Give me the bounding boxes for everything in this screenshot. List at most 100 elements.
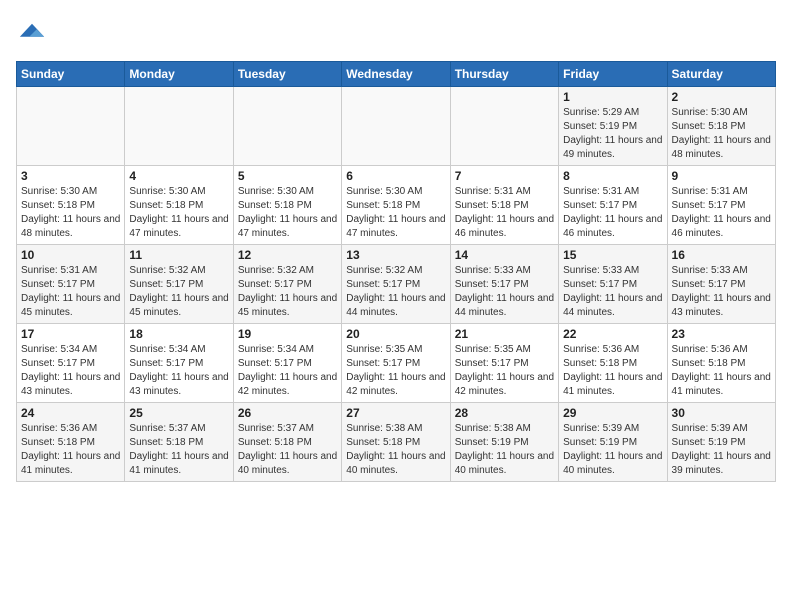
weekday-header-saturday: Saturday — [667, 61, 775, 86]
day-number: 30 — [672, 406, 771, 420]
day-info: Sunrise: 5:34 AMSunset: 5:17 PMDaylight:… — [21, 343, 120, 399]
calendar-cell: 16 Sunrise: 5:33 AMSunset: 5:17 PMDayligh… — [667, 244, 775, 323]
calendar-cell: 1Sunrise: 5:29 AMSunset: 5:19 PMDaylight… — [559, 86, 667, 165]
weekday-header-tuesday: Tuesday — [233, 61, 341, 86]
calendar-cell: 30 Sunrise: 5:39 AMSunset: 5:19 PMDayligh… — [667, 402, 775, 481]
day-number: 4 — [129, 169, 228, 183]
calendar-cell: 3Sunrise: 5:30 AMSunset: 5:18 PMDaylight… — [17, 165, 125, 244]
calendar-cell: 26Sunrise: 5:37 AMSunset: 5:18 PMDayligh… — [233, 402, 341, 481]
day-info: Sunrise: 5:31 AMSunset: 5:17 PMDaylight:… — [672, 185, 771, 241]
calendar-cell — [342, 86, 450, 165]
calendar-cell: 23Sunrise: 5:36 AMSunset: 5:18 PMDayligh… — [667, 323, 775, 402]
day-info: Sunrise: 5:32 AMSunset: 5:17 PMDaylight:… — [238, 264, 337, 320]
day-info: Sunrise: 5:30 AMSunset: 5:18 PMDaylight:… — [129, 185, 228, 241]
day-number: 18 — [129, 327, 228, 341]
day-number: 6 — [346, 169, 445, 183]
calendar-week-row: 17 Sunrise: 5:34 AMSunset: 5:17 PMDayligh… — [17, 323, 776, 402]
calendar-cell — [125, 86, 233, 165]
day-info: Sunrise: 5:35 AMSunset: 5:17 PMDaylight:… — [346, 343, 445, 399]
day-info: Sunrise: 5:30 AMSunset: 5:18 PMDaylight:… — [346, 185, 445, 241]
day-number: 17 — [21, 327, 120, 341]
day-number: 14 — [455, 248, 554, 262]
calendar-cell: 13 Sunrise: 5:32 AMSunset: 5:17 PMDayligh… — [342, 244, 450, 323]
logo-icon — [18, 20, 46, 48]
day-number: 22 — [563, 327, 662, 341]
day-number: 23 — [672, 327, 771, 341]
day-number: 24 — [21, 406, 120, 420]
day-info: Sunrise: 5:33 AMSunset: 5:17 PMDaylight:… — [563, 264, 662, 320]
day-info: Sunrise: 5:31 AMSunset: 5:17 PMDaylight:… — [21, 264, 120, 320]
calendar-table: SundayMondayTuesdayWednesdayThursdayFrid… — [16, 61, 776, 482]
day-info: Sunrise: 5:35 AMSunset: 5:17 PMDaylight:… — [455, 343, 554, 399]
day-info: Sunrise: 5:30 AMSunset: 5:18 PMDaylight:… — [672, 106, 771, 162]
day-info: Sunrise: 5:29 AMSunset: 5:19 PMDaylight:… — [563, 106, 662, 162]
day-info: Sunrise: 5:32 AMSunset: 5:17 PMDaylight:… — [129, 264, 228, 320]
day-number: 12 — [238, 248, 337, 262]
calendar-cell: 7 Sunrise: 5:31 AMSunset: 5:18 PMDaylight… — [450, 165, 558, 244]
day-number: 21 — [455, 327, 554, 341]
day-info: Sunrise: 5:37 AMSunset: 5:18 PMDaylight:… — [129, 422, 228, 478]
calendar-cell: 19 Sunrise: 5:34 AMSunset: 5:17 PMDayligh… — [233, 323, 341, 402]
day-number: 27 — [346, 406, 445, 420]
calendar-cell: 27Sunrise: 5:38 AMSunset: 5:18 PMDayligh… — [342, 402, 450, 481]
calendar-week-row: 1Sunrise: 5:29 AMSunset: 5:19 PMDaylight… — [17, 86, 776, 165]
calendar-week-row: 3Sunrise: 5:30 AMSunset: 5:18 PMDaylight… — [17, 165, 776, 244]
day-info: Sunrise: 5:33 AMSunset: 5:17 PMDaylight:… — [672, 264, 771, 320]
day-info: Sunrise: 5:39 AMSunset: 5:19 PMDaylight:… — [563, 422, 662, 478]
calendar-cell: 6 Sunrise: 5:30 AMSunset: 5:18 PMDaylight… — [342, 165, 450, 244]
day-number: 10 — [21, 248, 120, 262]
day-number: 15 — [563, 248, 662, 262]
calendar-cell: 10 Sunrise: 5:31 AMSunset: 5:17 PMDayligh… — [17, 244, 125, 323]
calendar-cell: 20 Sunrise: 5:35 AMSunset: 5:17 PMDayligh… — [342, 323, 450, 402]
day-info: Sunrise: 5:31 AMSunset: 5:18 PMDaylight:… — [455, 185, 554, 241]
weekday-header-thursday: Thursday — [450, 61, 558, 86]
calendar-cell — [233, 86, 341, 165]
calendar-week-row: 24 Sunrise: 5:36 AMSunset: 5:18 PMDayligh… — [17, 402, 776, 481]
page-header — [16, 16, 776, 53]
calendar-week-row: 10 Sunrise: 5:31 AMSunset: 5:17 PMDayligh… — [17, 244, 776, 323]
weekday-header-sunday: Sunday — [17, 61, 125, 86]
calendar-cell: 24 Sunrise: 5:36 AMSunset: 5:18 PMDayligh… — [17, 402, 125, 481]
day-number: 28 — [455, 406, 554, 420]
day-number: 9 — [672, 169, 771, 183]
calendar-cell — [450, 86, 558, 165]
day-info: Sunrise: 5:36 AMSunset: 5:18 PMDaylight:… — [21, 422, 120, 478]
day-info: Sunrise: 5:34 AMSunset: 5:17 PMDaylight:… — [129, 343, 228, 399]
calendar-cell: 2Sunrise: 5:30 AMSunset: 5:18 PMDaylight… — [667, 86, 775, 165]
calendar-cell: 18 Sunrise: 5:34 AMSunset: 5:17 PMDayligh… — [125, 323, 233, 402]
calendar-cell: 9 Sunrise: 5:31 AMSunset: 5:17 PMDaylight… — [667, 165, 775, 244]
day-number: 16 — [672, 248, 771, 262]
calendar-cell: 4 Sunrise: 5:30 AMSunset: 5:18 PMDaylight… — [125, 165, 233, 244]
weekday-header-friday: Friday — [559, 61, 667, 86]
calendar-cell: 28 Sunrise: 5:38 AMSunset: 5:19 PMDayligh… — [450, 402, 558, 481]
day-info: Sunrise: 5:38 AMSunset: 5:19 PMDaylight:… — [455, 422, 554, 478]
day-number: 19 — [238, 327, 337, 341]
calendar-cell: 14 Sunrise: 5:33 AMSunset: 5:17 PMDayligh… — [450, 244, 558, 323]
day-number: 13 — [346, 248, 445, 262]
calendar-cell: 11 Sunrise: 5:32 AMSunset: 5:17 PMDayligh… — [125, 244, 233, 323]
day-info: Sunrise: 5:32 AMSunset: 5:17 PMDaylight:… — [346, 264, 445, 320]
day-number: 26 — [238, 406, 337, 420]
day-info: Sunrise: 5:33 AMSunset: 5:17 PMDaylight:… — [455, 264, 554, 320]
day-number: 8 — [563, 169, 662, 183]
calendar-cell: 21 Sunrise: 5:35 AMSunset: 5:17 PMDayligh… — [450, 323, 558, 402]
weekday-header-row: SundayMondayTuesdayWednesdayThursdayFrid… — [17, 61, 776, 86]
day-info: Sunrise: 5:36 AMSunset: 5:18 PMDaylight:… — [563, 343, 662, 399]
day-info: Sunrise: 5:30 AMSunset: 5:18 PMDaylight:… — [21, 185, 120, 241]
calendar-cell — [17, 86, 125, 165]
calendar-cell: 25 Sunrise: 5:37 AMSunset: 5:18 PMDayligh… — [125, 402, 233, 481]
day-info: Sunrise: 5:34 AMSunset: 5:17 PMDaylight:… — [238, 343, 337, 399]
day-number: 25 — [129, 406, 228, 420]
day-number: 11 — [129, 248, 228, 262]
day-number: 5 — [238, 169, 337, 183]
day-number: 7 — [455, 169, 554, 183]
day-info: Sunrise: 5:30 AMSunset: 5:18 PMDaylight:… — [238, 185, 337, 241]
day-number: 20 — [346, 327, 445, 341]
day-info: Sunrise: 5:39 AMSunset: 5:19 PMDaylight:… — [672, 422, 771, 478]
calendar-cell: 17 Sunrise: 5:34 AMSunset: 5:17 PMDayligh… — [17, 323, 125, 402]
calendar-cell: 29 Sunrise: 5:39 AMSunset: 5:19 PMDayligh… — [559, 402, 667, 481]
calendar-cell: 15 Sunrise: 5:33 AMSunset: 5:17 PMDayligh… — [559, 244, 667, 323]
weekday-header-wednesday: Wednesday — [342, 61, 450, 86]
calendar-cell: 12 Sunrise: 5:32 AMSunset: 5:17 PMDayligh… — [233, 244, 341, 323]
day-number: 29 — [563, 406, 662, 420]
